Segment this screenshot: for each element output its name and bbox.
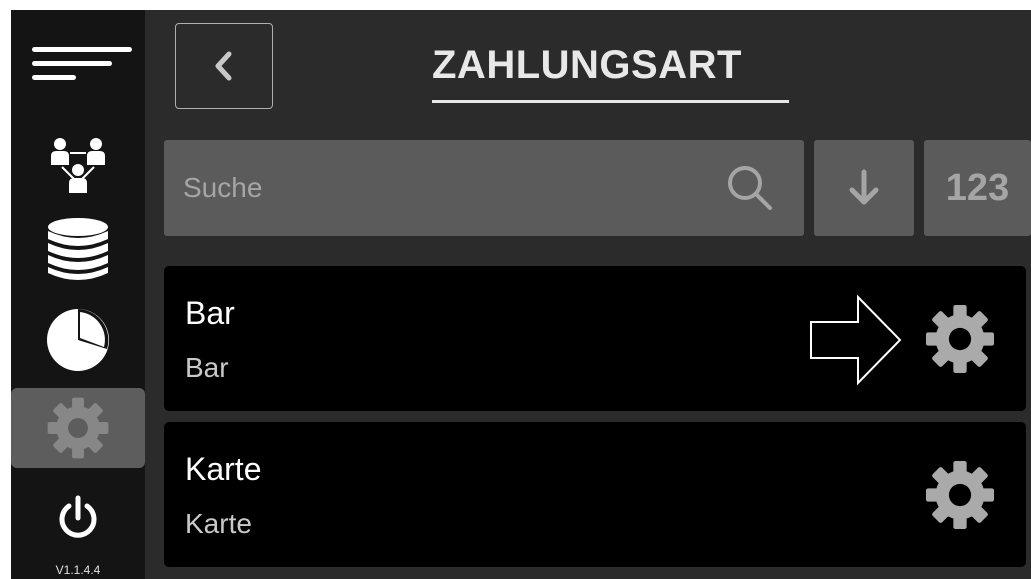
arrow-right-icon	[810, 294, 902, 386]
search-bar	[164, 140, 804, 236]
power-button[interactable]	[11, 480, 145, 556]
search-icon[interactable]	[724, 162, 776, 214]
list-item[interactable]: Karte Karte	[164, 422, 1026, 567]
sidebar-item-database[interactable]	[11, 210, 145, 290]
back-button[interactable]	[175, 23, 273, 109]
app-screen: V1.1.4.4 ZAHLUNGSART 123	[11, 10, 1031, 579]
gear-icon[interactable]	[923, 302, 997, 376]
sidebar-item-users[interactable]	[11, 130, 145, 200]
power-icon	[59, 495, 97, 538]
menu-icon	[32, 47, 132, 89]
list-item[interactable]: Bar Bar	[164, 266, 1026, 411]
database-icon	[48, 218, 108, 280]
sidebar-item-statistics[interactable]	[11, 300, 145, 380]
version-label: V1.1.4.4	[55, 563, 101, 577]
gear-icon[interactable]	[923, 458, 997, 532]
menu-button[interactable]	[11, 20, 145, 120]
page-title: ZAHLUNGSART	[432, 43, 742, 87]
chevron-left-icon	[215, 51, 232, 81]
sidebar-item-settings[interactable]	[11, 388, 145, 468]
list-item-subtitle: Bar	[185, 352, 229, 383]
sidebar: V1.1.4.4	[11, 10, 145, 579]
numeric-sort-label: 123	[945, 166, 1010, 209]
main-panel: ZAHLUNGSART 123 Bar Bar	[145, 10, 1031, 579]
list-item-title: Bar	[185, 295, 235, 331]
search-input[interactable]	[164, 140, 724, 236]
users-hierarchy-icon	[51, 138, 105, 193]
numeric-sort-button[interactable]: 123	[924, 140, 1031, 236]
list-item-subtitle: Karte	[185, 508, 252, 539]
gear-icon	[47, 397, 109, 459]
arrow-down-icon	[849, 169, 879, 205]
title-underline	[432, 100, 789, 103]
pie-chart-icon	[47, 309, 109, 371]
sort-button[interactable]	[814, 140, 914, 236]
list-item-title: Karte	[185, 451, 262, 487]
